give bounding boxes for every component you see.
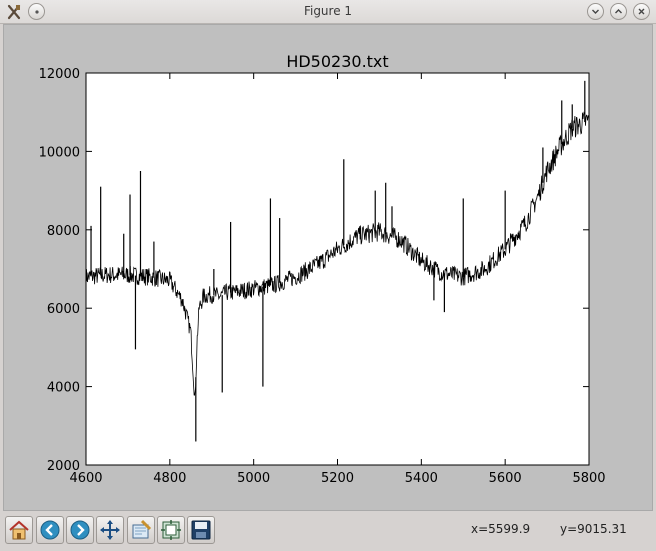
navigation-toolbar: x=5599.9 y=9015.31	[0, 512, 656, 551]
home-icon[interactable]	[5, 516, 33, 544]
chevron-down-icon[interactable]	[587, 3, 604, 20]
save-icon[interactable]	[187, 516, 215, 544]
zoom-rect-icon[interactable]	[127, 516, 155, 544]
chevron-up-icon[interactable]	[610, 3, 627, 20]
back-arrow-icon[interactable]	[36, 516, 64, 544]
plot-svg[interactable]: 4600 4800 5000 5200 5400 5600 5800200040006000…	[4, 25, 654, 512]
move-icon[interactable]	[96, 516, 124, 544]
x-tick-label-3: 5200	[321, 471, 354, 486]
y-tick-label-2: 6000	[47, 302, 80, 317]
cursor-y-readout: y=9015.31	[560, 522, 627, 536]
cursor-x-readout: x=5599.9	[471, 522, 531, 536]
x-tick-label-5: 5600	[489, 471, 522, 486]
subplots-icon[interactable]	[157, 516, 185, 544]
y-tick-label-4: 10000	[39, 145, 80, 160]
axes-background	[86, 73, 589, 465]
forward-arrow-icon[interactable]	[66, 516, 94, 544]
title-bar[interactable]: Figure 1	[0, 0, 656, 24]
figure-window: Figure 1 4600 4800 5000 5200 5400 5600 5800 200…	[0, 0, 656, 551]
chart-title: HD50230.txt	[286, 52, 388, 71]
y-tick-label-5: 12000	[39, 67, 80, 82]
x-tick-label-6: 5800	[572, 471, 605, 486]
x-tick-label-2: 5000	[237, 471, 270, 486]
figure-canvas[interactable]: 4600 4800 5000 5200 5400 5600 5800 2000 4000 6000…	[3, 24, 653, 511]
x-tick-label-1: 4800	[153, 471, 186, 486]
close-icon[interactable]	[633, 3, 650, 20]
x-tick-label-4: 5400	[405, 471, 438, 486]
y-tick-label-3: 8000	[47, 224, 80, 239]
window-title: Figure 1	[303, 4, 353, 18]
y-tick-label-0: 2000	[47, 459, 80, 474]
y-tick-label-1: 4000	[47, 381, 80, 396]
